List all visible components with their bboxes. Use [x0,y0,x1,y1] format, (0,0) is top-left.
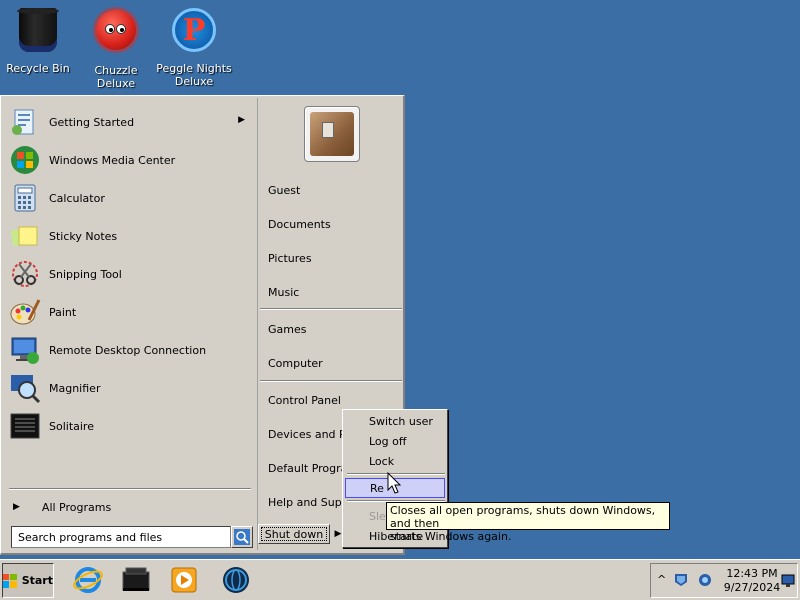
menu-item-label: Lock [369,454,395,468]
taskbar: Start ^ 12:43 PM 9/27/2024 [0,559,800,600]
all-programs-label: All Programs [41,500,112,514]
action-center-flag-icon[interactable] [673,572,689,588]
place-label: Music [268,285,300,299]
menu-item-label: Log off [369,434,407,448]
clock[interactable]: 12:43 PM 9/27/2024 [721,567,783,595]
triangle-right-icon: ▶ [334,529,342,539]
desktop-icon-label: Chuzzle Deluxe [94,64,138,90]
program-label: Getting Started [49,115,135,129]
network-icon[interactable] [697,572,713,588]
desktop-icon-label: Recycle Bin [6,62,70,75]
place-label: Control Panel [268,393,341,407]
place-label: Documents [268,217,331,231]
menu-item-log-off[interactable]: Log off [345,431,445,451]
windows-logo-icon [3,573,17,588]
program-calculator[interactable]: Calculator [9,180,251,216]
getting-started-icon [9,106,41,138]
globe-icon[interactable] [220,564,252,596]
submenu-arrow-icon: ▶ [238,115,245,125]
shutdown-button[interactable]: Shut down [258,524,330,544]
recycle-bin-icon [14,8,62,56]
program-label: Sticky Notes [49,229,118,243]
program-label: Magnifier [49,381,101,395]
chuzzle-icon [92,10,140,58]
restart-tooltip: Closes all open programs, shuts down Win… [386,502,670,543]
program-magnifier[interactable]: Magnifier [9,370,251,406]
place-label: Guest [268,183,301,197]
place-guest[interactable]: Guest [268,180,402,200]
divider [260,308,402,310]
program-label: Solitaire [49,419,94,433]
avatar[interactable] [304,106,360,162]
place-label: Pictures [268,251,312,265]
program-remote-desktop[interactable]: Remote Desktop Connection [9,332,251,368]
place-pictures[interactable]: Pictures [268,248,402,268]
program-paint[interactable]: Paint [9,294,251,330]
desktop-icon-peggle[interactable]: P Peggle Nights Deluxe [156,6,232,88]
media-center-icon [9,144,41,176]
program-label: Windows Media Center [49,153,176,167]
divider [9,488,251,490]
desktop-icon-label: Peggle Nights Deluxe [156,62,232,88]
menu-item-switch-user[interactable]: Switch user [345,411,445,431]
program-label: Snipping Tool [49,267,122,281]
desktop-icon-recycle-bin[interactable]: Recycle Bin [0,6,76,75]
menu-item-lock[interactable]: Lock [345,451,445,471]
tooltip-line: starts Windows again. [390,530,512,543]
program-label: Paint [49,305,77,319]
show-desktop-monitor-icon[interactable] [781,574,795,588]
calculator-icon [9,182,41,214]
program-label: Calculator [49,191,105,205]
triangle-right-icon: ▶ [13,502,20,512]
snipping-tool-icon [9,258,41,290]
program-getting-started[interactable]: Getting Started ▶ [9,104,251,140]
remote-desktop-icon [9,334,41,366]
mouse-pointer-icon [387,472,402,494]
program-sticky-notes[interactable]: Sticky Notes [9,218,251,254]
menu-item-label: Re [370,481,384,495]
search-input[interactable]: Search programs and files [11,526,231,548]
tooltip-line: Closes all open programs, shuts down Win… [390,504,656,530]
sticky-notes-icon [9,220,41,252]
divider [260,380,402,382]
internet-explorer-icon[interactable] [72,564,104,596]
start-label: Start [21,574,53,587]
solitaire-icon [9,410,41,442]
clock-date: 9/27/2024 [723,581,781,594]
place-music[interactable]: Music [268,282,402,302]
menu-item-label: Switch user [369,414,433,428]
clock-time: 12:43 PM [726,567,778,580]
media-player-icon[interactable] [168,564,200,596]
file-manager-icon[interactable] [120,564,152,596]
search-icon [234,529,250,545]
peggle-icon: P [170,8,218,56]
place-games[interactable]: Games [268,319,402,339]
system-tray: ^ 12:43 PM 9/27/2024 [650,563,798,598]
magnifier-icon [9,372,41,404]
start-button[interactable]: Start [2,563,54,598]
search-button[interactable] [231,526,253,548]
place-label: Games [268,322,307,336]
desktop-icon-chuzzle[interactable]: Chuzzle Deluxe [78,6,154,90]
program-label: Remote Desktop Connection [49,343,207,357]
place-label: Computer [268,356,323,370]
show-hidden-icons-button[interactable]: ^ [657,573,666,586]
place-documents[interactable]: Documents [268,214,402,234]
place-computer[interactable]: Computer [268,353,402,373]
all-programs-button[interactable]: ▶ All Programs [11,498,251,516]
start-menu-programs-pane: Getting Started ▶ Windows Media Center C… [3,98,255,550]
paint-icon [9,296,41,328]
user-picture-icon [310,112,354,156]
place-control-panel[interactable]: Control Panel [268,390,402,410]
program-solitaire[interactable]: Solitaire [9,408,251,444]
program-snipping-tool[interactable]: Snipping Tool [9,256,251,292]
program-windows-media-center[interactable]: Windows Media Center [9,142,251,178]
